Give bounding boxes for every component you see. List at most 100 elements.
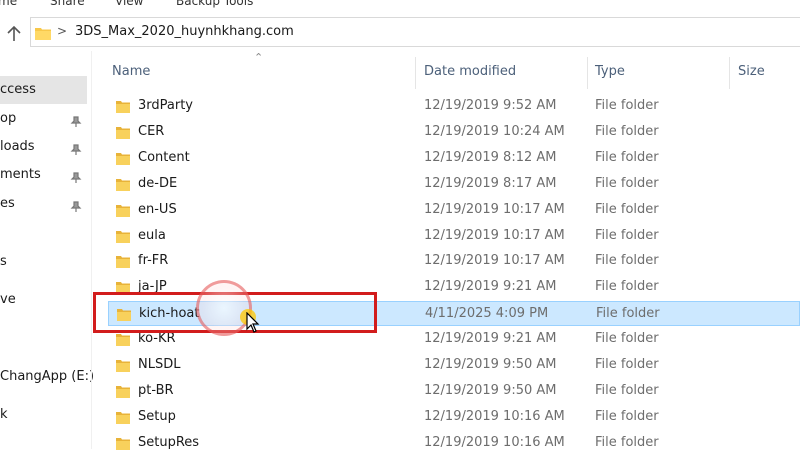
file-type: File folder bbox=[595, 279, 659, 295]
file-name: de-DE bbox=[138, 175, 178, 191]
file-row[interactable]: fr-FR 12/19/2019 10:17 AM File folder bbox=[108, 249, 800, 274]
folder-icon bbox=[116, 177, 130, 196]
file-type: File folder bbox=[595, 331, 659, 347]
file-type: File folder bbox=[595, 227, 659, 243]
ribbon-tab-home[interactable]: me bbox=[0, 0, 17, 8]
file-date: 12/19/2019 10:16 AM bbox=[424, 408, 565, 424]
file-name: 3rdParty bbox=[138, 98, 193, 113]
breadcrumb-chevron-icon[interactable]: > bbox=[57, 24, 67, 38]
nav-item-label: loads bbox=[0, 139, 35, 154]
file-name: Content bbox=[138, 149, 190, 165]
file-date: 12/19/2019 8:17 AM bbox=[424, 175, 557, 191]
file-name: ko-KR bbox=[138, 331, 176, 347]
file-row[interactable]: CER 12/19/2019 10:24 AM File folder bbox=[108, 120, 800, 145]
nav-item-network[interactable]: k bbox=[0, 401, 8, 429]
pin-icon[interactable] bbox=[70, 113, 82, 127]
nav-item-quick-access[interactable]: ccess bbox=[0, 76, 87, 104]
nav-item-pictures[interactable]: es bbox=[0, 190, 15, 218]
column-separator[interactable] bbox=[729, 57, 730, 89]
file-row[interactable]: NLSDL 12/19/2019 9:50 AM File folder bbox=[108, 353, 800, 378]
file-date: 12/19/2019 10:17 AM bbox=[424, 227, 565, 243]
nav-item-drive-e[interactable]: ChangApp (E:) bbox=[0, 363, 94, 391]
nav-item-downloads[interactable]: loads bbox=[0, 133, 35, 161]
file-name: fr-FR bbox=[138, 253, 169, 269]
file-type: File folder bbox=[595, 175, 659, 191]
column-headers: ⌃ Name Date modified Type Size bbox=[92, 51, 800, 91]
address-bar[interactable]: > 3DS_Max_2020_huynhkhang.com bbox=[30, 17, 800, 47]
mouse-cursor-icon bbox=[246, 311, 260, 338]
file-date: 12/19/2019 9:50 AM bbox=[424, 357, 557, 372]
file-row[interactable]: en-US 12/19/2019 10:17 AM File folder bbox=[108, 198, 800, 223]
ribbon-tab-view[interactable]: View bbox=[115, 0, 143, 8]
up-arrow-icon[interactable] bbox=[4, 24, 24, 44]
ribbon-tabs: me Share View Backup Tools bbox=[0, 0, 800, 14]
file-row[interactable]: pt-BR 12/19/2019 9:50 AM File folder bbox=[108, 379, 800, 404]
file-name: Setup bbox=[138, 408, 176, 424]
nav-item-label: es bbox=[0, 196, 15, 211]
file-type: File folder bbox=[595, 201, 659, 217]
file-row[interactable]: SetupRes 12/19/2019 10:16 AM File folder bbox=[108, 431, 800, 456]
file-date: 12/19/2019 9:21 AM bbox=[424, 279, 557, 295]
file-date: 12/19/2019 9:50 AM bbox=[424, 382, 557, 398]
column-separator[interactable] bbox=[415, 57, 416, 89]
folder-icon bbox=[116, 125, 130, 144]
navigation-pane: ccess op loads ments es s ve ChangApp (E… bbox=[0, 51, 94, 449]
file-name: pt-BR bbox=[138, 382, 174, 398]
file-name: NLSDL bbox=[138, 357, 181, 372]
ribbon-tab-backup-tools[interactable]: Backup Tools bbox=[176, 0, 253, 8]
file-type: File folder bbox=[596, 306, 660, 322]
file-type: File folder bbox=[595, 253, 659, 269]
column-header-type[interactable]: Type bbox=[595, 64, 625, 79]
ribbon-tab-share[interactable]: Share bbox=[50, 0, 85, 8]
file-date: 12/19/2019 10:17 AM bbox=[424, 201, 565, 217]
file-date: 12/19/2019 9:21 AM bbox=[424, 331, 557, 347]
file-type: File folder bbox=[595, 408, 659, 424]
folder-icon bbox=[116, 332, 130, 351]
nav-item-label: ve bbox=[0, 292, 16, 307]
column-separator[interactable] bbox=[587, 57, 588, 89]
nav-item-label: k bbox=[0, 407, 8, 422]
file-date: 4/11/2025 4:09 PM bbox=[425, 306, 549, 322]
file-name: en-US bbox=[138, 201, 177, 217]
file-row[interactable]: 3rdParty 12/19/2019 9:52 AM File folder bbox=[108, 94, 800, 119]
column-header-date[interactable]: Date modified bbox=[424, 64, 516, 79]
nav-item-label: ChangApp (E:) bbox=[0, 369, 95, 384]
pane-divider[interactable] bbox=[91, 51, 92, 449]
folder-icon bbox=[116, 254, 130, 273]
file-name: SetupRes bbox=[138, 434, 200, 450]
file-type: File folder bbox=[595, 98, 659, 113]
nav-item-documents[interactable]: ments bbox=[0, 161, 41, 189]
folder-icon bbox=[116, 229, 130, 248]
file-name: CER bbox=[138, 123, 165, 139]
file-row[interactable]: Setup 12/19/2019 10:16 AM File folder bbox=[108, 405, 800, 430]
nav-item-label: s bbox=[0, 254, 7, 269]
file-row[interactable]: eula 12/19/2019 10:17 AM File folder bbox=[108, 224, 800, 249]
file-row[interactable]: Content 12/19/2019 8:12 AM File folder bbox=[108, 146, 800, 171]
nav-item-5[interactable]: s bbox=[0, 248, 7, 276]
click-indicator bbox=[196, 280, 252, 336]
address-path[interactable]: 3DS_Max_2020_huynhkhang.com bbox=[75, 24, 294, 39]
folder-icon bbox=[116, 203, 130, 222]
file-date: 12/19/2019 8:12 AM bbox=[424, 149, 557, 165]
pin-icon[interactable] bbox=[70, 198, 82, 212]
folder-icon bbox=[116, 358, 130, 377]
folder-icon bbox=[116, 99, 130, 118]
sort-ascending-icon: ⌃ bbox=[254, 51, 264, 64]
nav-item-onedrive[interactable]: ve bbox=[0, 286, 16, 314]
file-type: File folder bbox=[595, 382, 659, 398]
column-header-size[interactable]: Size bbox=[738, 64, 765, 79]
file-type: File folder bbox=[595, 149, 659, 165]
file-row[interactable]: de-DE 12/19/2019 8:17 AM File folder bbox=[108, 172, 800, 197]
nav-item-label: ccess bbox=[0, 82, 36, 97]
file-type: File folder bbox=[595, 123, 659, 139]
column-header-name[interactable]: Name bbox=[112, 64, 150, 79]
file-name: eula bbox=[138, 227, 166, 243]
pin-icon[interactable] bbox=[70, 141, 82, 155]
pin-icon[interactable] bbox=[70, 169, 82, 183]
folder-icon bbox=[116, 151, 130, 170]
nav-item-desktop[interactable]: op bbox=[0, 105, 16, 133]
file-date: 12/19/2019 9:52 AM bbox=[424, 98, 557, 113]
file-date: 12/19/2019 10:24 AM bbox=[424, 123, 565, 139]
address-row: > 3DS_Max_2020_huynhkhang.com bbox=[0, 15, 800, 51]
file-type: File folder bbox=[595, 434, 659, 450]
